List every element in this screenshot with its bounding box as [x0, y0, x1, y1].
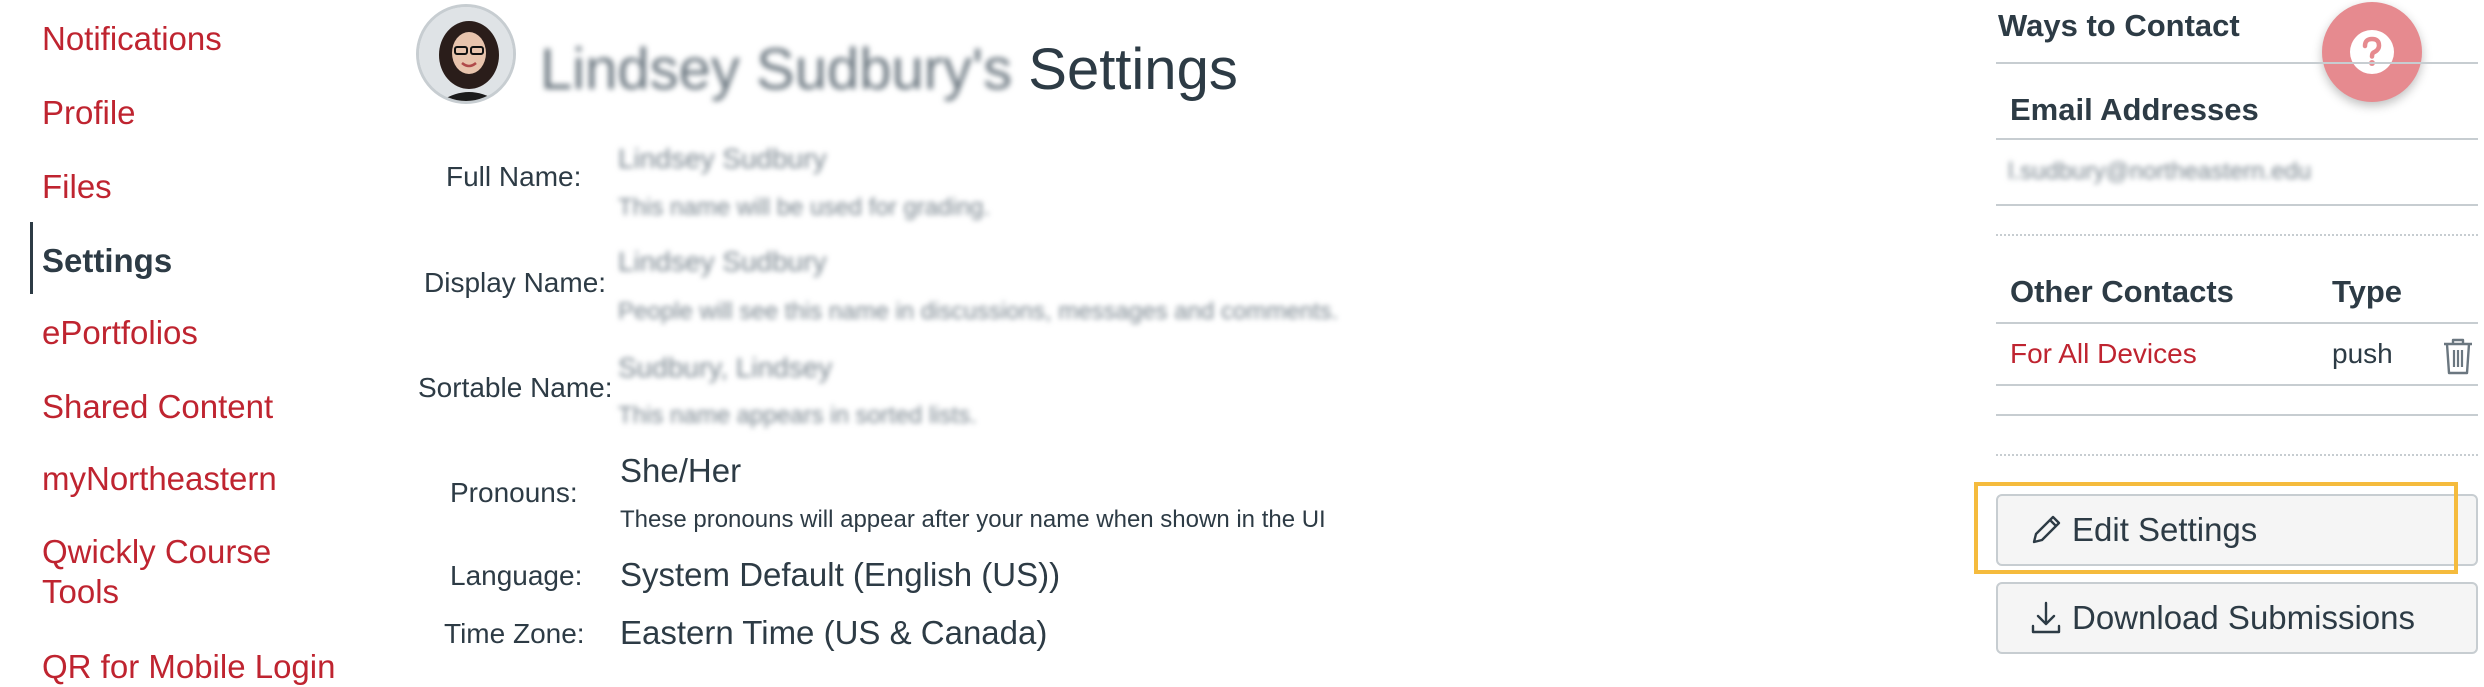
- sortable-name-hint: This name appears in sorted lists.: [618, 402, 977, 429]
- nav-item-settings[interactable]: Settings: [42, 240, 172, 281]
- divider: [1996, 454, 2478, 456]
- divider: [1996, 384, 2478, 386]
- display-name-value: Lindsey Sudbury: [618, 246, 827, 277]
- full-name-label: Full Name:: [446, 161, 582, 192]
- sortable-name-label: Sortable Name:: [418, 372, 613, 403]
- other-contacts-heading: Other Contacts: [2010, 274, 2234, 309]
- nav-item-eportfolios[interactable]: ePortfolios: [42, 312, 198, 353]
- avatar-photo: [419, 7, 513, 101]
- download-submissions-button[interactable]: Download Submissions: [1996, 582, 2478, 654]
- nav-item-shared-content[interactable]: Shared Content: [42, 386, 273, 427]
- display-name-label: Display Name:: [424, 267, 607, 298]
- nav-item-qwickly-course-tools[interactable]: Qwickly Course Tools: [42, 532, 271, 613]
- contact-type: push: [2332, 338, 2393, 369]
- timezone-label: Time Zone:: [444, 618, 585, 649]
- divider: [1996, 234, 2478, 236]
- display-name-hint: People will see this name in discussions…: [618, 298, 1339, 325]
- full-name-hint: This name will be used for grading.: [618, 194, 991, 221]
- language-value: System Default (English (US)): [620, 556, 1061, 593]
- pronouns-value: She/Her: [620, 452, 742, 489]
- download-icon: [2026, 598, 2066, 638]
- nav-item-files[interactable]: Files: [42, 166, 112, 207]
- email-addresses-heading: Email Addresses: [2010, 92, 2259, 127]
- nav-item-mynortheastern[interactable]: myNortheastern: [42, 458, 277, 499]
- contact-name-link[interactable]: For All Devices: [2010, 338, 2197, 370]
- timezone-value: Eastern Time (US & Canada): [620, 614, 1048, 651]
- sortable-name-value: Sudbury, Lindsey: [618, 352, 833, 383]
- avatar[interactable]: [416, 4, 516, 104]
- pronouns-label: Pronouns:: [450, 477, 578, 508]
- divider: [1996, 138, 2478, 140]
- divider: [1996, 322, 2478, 324]
- question-mark-icon: [2350, 30, 2394, 74]
- help-button[interactable]: [2322, 2, 2422, 102]
- page-title: Lindsey Sudbury's Settings: [540, 36, 1238, 103]
- title-suffix: Settings: [1012, 37, 1238, 102]
- full-name-value: Lindsey Sudbury: [618, 143, 827, 174]
- type-column-heading: Type: [2332, 274, 2403, 309]
- nav-item-notifications[interactable]: Notifications: [42, 18, 222, 59]
- language-label: Language:: [450, 560, 583, 591]
- delete-contact-button[interactable]: [2440, 336, 2476, 376]
- focus-highlight: [1974, 482, 2458, 574]
- divider: [1996, 62, 2478, 64]
- divider: [1996, 414, 2478, 416]
- divider: [1996, 204, 2478, 206]
- trash-icon: [2444, 338, 2472, 375]
- ways-to-contact-heading: Ways to Contact: [1998, 8, 2240, 43]
- nav-item-profile[interactable]: Profile: [42, 92, 136, 133]
- nav-item-qr-mobile-login[interactable]: QR for Mobile Login: [42, 646, 335, 687]
- download-submissions-label: Download Submissions: [2072, 599, 2416, 636]
- active-indicator: [30, 222, 33, 294]
- email-address[interactable]: l.sudbury@northeastern.edu: [2008, 158, 2311, 186]
- user-name: Lindsey Sudbury's: [540, 37, 1013, 102]
- pronouns-hint: These pronouns will appear after your na…: [620, 506, 1326, 533]
